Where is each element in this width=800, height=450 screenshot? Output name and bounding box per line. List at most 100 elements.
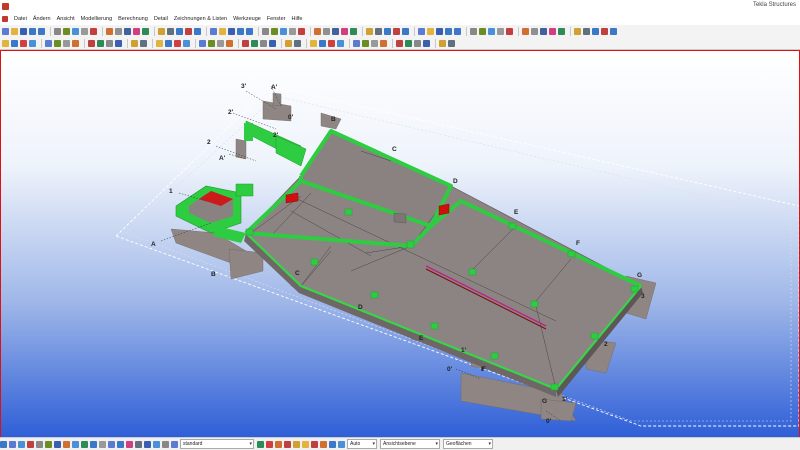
menu-ansicht[interactable]: Ansicht (54, 16, 78, 22)
copy-icon[interactable] (45, 39, 52, 47)
measure-icon[interactable] (29, 39, 36, 47)
mirror-icon[interactable] (63, 39, 70, 47)
snap-nearest-icon[interactable] (311, 440, 318, 448)
select-loads-icon[interactable] (144, 440, 151, 448)
undo-icon[interactable] (29, 27, 36, 35)
line-icon[interactable] (11, 39, 18, 47)
snap-mid-icon[interactable] (275, 440, 282, 448)
select-pour-icon[interactable] (126, 440, 133, 448)
fit-icon[interactable] (97, 39, 104, 47)
fit-icon[interactable] (251, 39, 258, 47)
select-icon[interactable] (262, 27, 269, 35)
filter-icon[interactable] (285, 39, 292, 47)
drawing-icon[interactable] (158, 27, 165, 35)
clip-icon[interactable] (260, 39, 267, 47)
redo-icon[interactable] (246, 27, 253, 35)
select-filter-icon[interactable] (171, 440, 178, 448)
properties-icon[interactable] (271, 27, 278, 35)
save-icon[interactable] (228, 27, 235, 35)
move-icon[interactable] (208, 39, 215, 47)
save-icon[interactable] (436, 27, 443, 35)
component-icon[interactable] (558, 27, 565, 35)
select-points-icon[interactable] (45, 440, 52, 448)
column-icon[interactable] (522, 27, 529, 35)
zoom-select[interactable]: Auto (347, 439, 377, 449)
open-icon[interactable] (219, 27, 226, 35)
line-icon[interactable] (165, 39, 172, 47)
clip-icon[interactable] (106, 39, 113, 47)
layer-icon[interactable] (448, 39, 455, 47)
move-icon[interactable] (54, 39, 61, 47)
open-icon[interactable] (427, 27, 434, 35)
beam-icon[interactable] (90, 27, 97, 35)
cut-icon[interactable] (88, 39, 95, 47)
snap-icon[interactable] (156, 39, 163, 47)
beam-icon[interactable] (506, 27, 513, 35)
report-icon[interactable] (375, 27, 382, 35)
menu-berechnung[interactable]: Berechnung (115, 16, 151, 22)
select-icon[interactable] (54, 27, 61, 35)
bolt-icon[interactable] (124, 27, 131, 35)
select-views-icon[interactable] (99, 440, 106, 448)
menu-detail[interactable]: Detail (151, 16, 171, 22)
open-icon[interactable] (11, 27, 18, 35)
help-icon[interactable] (194, 27, 201, 35)
undo-icon[interactable] (445, 27, 452, 35)
select-details-icon[interactable] (153, 440, 160, 448)
render-icon[interactable] (115, 39, 122, 47)
column-icon[interactable] (314, 27, 321, 35)
mirror-icon[interactable] (371, 39, 378, 47)
new-icon[interactable] (418, 27, 425, 35)
select-cuts-icon[interactable] (27, 440, 34, 448)
undo-icon[interactable] (237, 27, 244, 35)
menu-zeichnungen-listen[interactable]: Zeichnungen & Listen (171, 16, 230, 22)
layer-icon[interactable] (294, 39, 301, 47)
plate-icon[interactable] (115, 27, 122, 35)
measure-icon[interactable] (183, 39, 190, 47)
weld-icon[interactable] (341, 27, 348, 35)
menu-hilfe[interactable]: Hilfe (288, 16, 305, 22)
copy-icon[interactable] (353, 39, 360, 47)
view-plane-select[interactable]: Ansichtsebene (380, 439, 440, 449)
rotate-icon[interactable] (72, 39, 79, 47)
save-icon[interactable] (20, 27, 27, 35)
snap-extension-icon[interactable] (338, 440, 345, 448)
rotate-icon[interactable] (380, 39, 387, 47)
bolt-icon[interactable] (332, 27, 339, 35)
select-assemblies-icon[interactable] (81, 440, 88, 448)
point-icon[interactable] (328, 39, 335, 47)
selection-filter-select[interactable]: standard (180, 439, 254, 449)
filter-settings-icon[interactable] (257, 440, 264, 448)
beam-icon[interactable] (298, 27, 305, 35)
numbering-icon[interactable] (384, 27, 391, 35)
point-icon[interactable] (174, 39, 181, 47)
model-3d-viewport[interactable]: A B C D E F G 1 2 3 0' 1' 2 A' B C D E F… (0, 50, 800, 438)
redo-icon[interactable] (454, 27, 461, 35)
grid-icon[interactable] (289, 27, 296, 35)
clash-icon[interactable] (185, 27, 192, 35)
select-bolts-icon[interactable] (63, 440, 70, 448)
model-view-canvas[interactable]: A B C D E F G 1 2 3 0' 1' 2 A' B C D E F… (1, 51, 799, 437)
line-icon[interactable] (319, 39, 326, 47)
numbering-icon[interactable] (176, 27, 183, 35)
bolt-icon[interactable] (540, 27, 547, 35)
drawing-icon[interactable] (366, 27, 373, 35)
drawing-icon[interactable] (574, 27, 581, 35)
select-grids-icon[interactable] (36, 440, 43, 448)
cut-icon[interactable] (242, 39, 249, 47)
menu-modellierung[interactable]: Modellierung (78, 16, 116, 22)
redo-icon[interactable] (38, 27, 45, 35)
grid-icon[interactable] (81, 27, 88, 35)
select-objects-icon[interactable] (117, 440, 124, 448)
snap-line-icon[interactable] (302, 440, 309, 448)
help-icon[interactable] (402, 27, 409, 35)
select-components-icon[interactable] (72, 440, 79, 448)
view-icon[interactable] (488, 27, 495, 35)
rotate-icon[interactable] (226, 39, 233, 47)
properties-icon[interactable] (479, 27, 486, 35)
select-surface-icon[interactable] (18, 440, 25, 448)
surface-select[interactable]: Geoflächen (443, 439, 493, 449)
menu-werkzeuge[interactable]: Werkzeuge (230, 16, 264, 22)
snap-perpendicular-icon[interactable] (293, 440, 300, 448)
select-all-icon[interactable] (0, 440, 7, 448)
